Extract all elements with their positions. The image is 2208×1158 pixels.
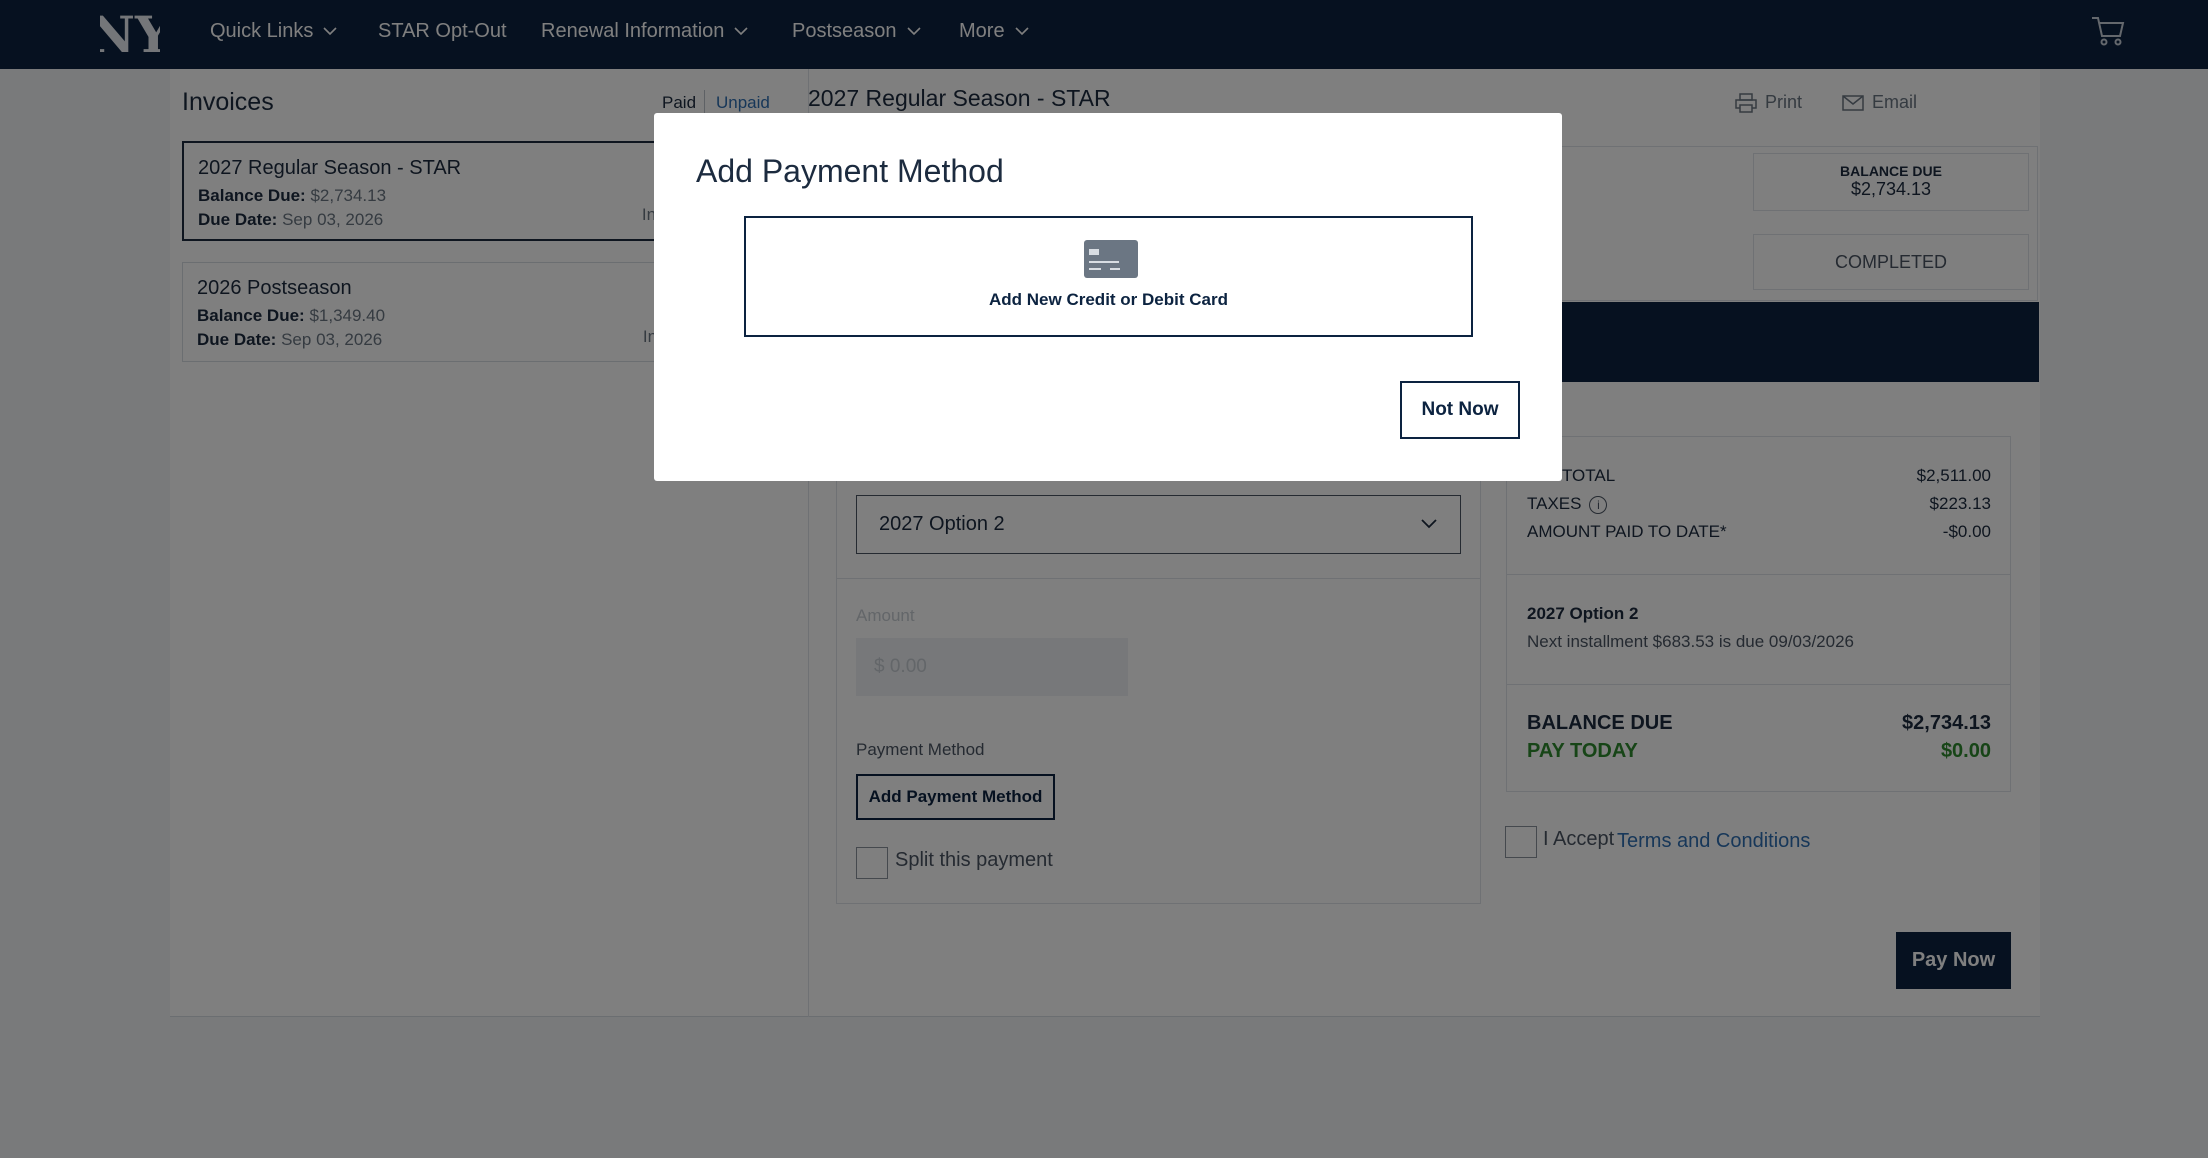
credit-card-icon <box>1084 240 1138 278</box>
add-payment-method-modal: Add Payment Method Add New Credit or Deb… <box>654 113 1562 481</box>
add-card-label: Add New Credit or Debit Card <box>989 290 1228 309</box>
add-credit-card-option[interactable]: Add New Credit or Debit Card <box>744 216 1473 337</box>
not-now-button[interactable]: Not Now <box>1400 381 1520 439</box>
modal-title: Add Payment Method <box>696 153 1004 189</box>
